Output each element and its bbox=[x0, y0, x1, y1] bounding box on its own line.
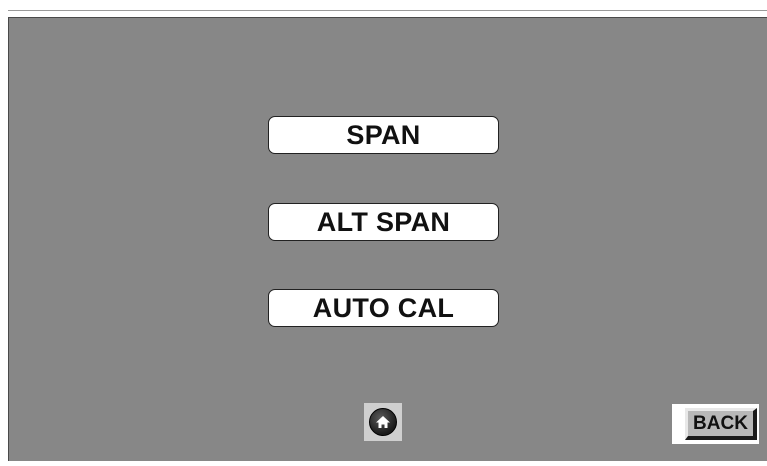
span-button[interactable]: SPAN bbox=[268, 116, 499, 154]
top-divider bbox=[8, 10, 767, 11]
home-button[interactable] bbox=[364, 403, 402, 441]
alt-span-button-label: ALT SPAN bbox=[316, 206, 451, 237]
home-icon bbox=[369, 408, 397, 436]
back-button[interactable]: BACK bbox=[672, 404, 759, 444]
back-button-label: BACK bbox=[693, 412, 748, 434]
alt-span-button[interactable]: ALT SPAN bbox=[268, 203, 499, 241]
auto-cal-button-label: AUTO CAL bbox=[312, 292, 455, 323]
auto-cal-button[interactable]: AUTO CAL bbox=[268, 289, 499, 327]
span-button-label: SPAN bbox=[346, 119, 421, 150]
